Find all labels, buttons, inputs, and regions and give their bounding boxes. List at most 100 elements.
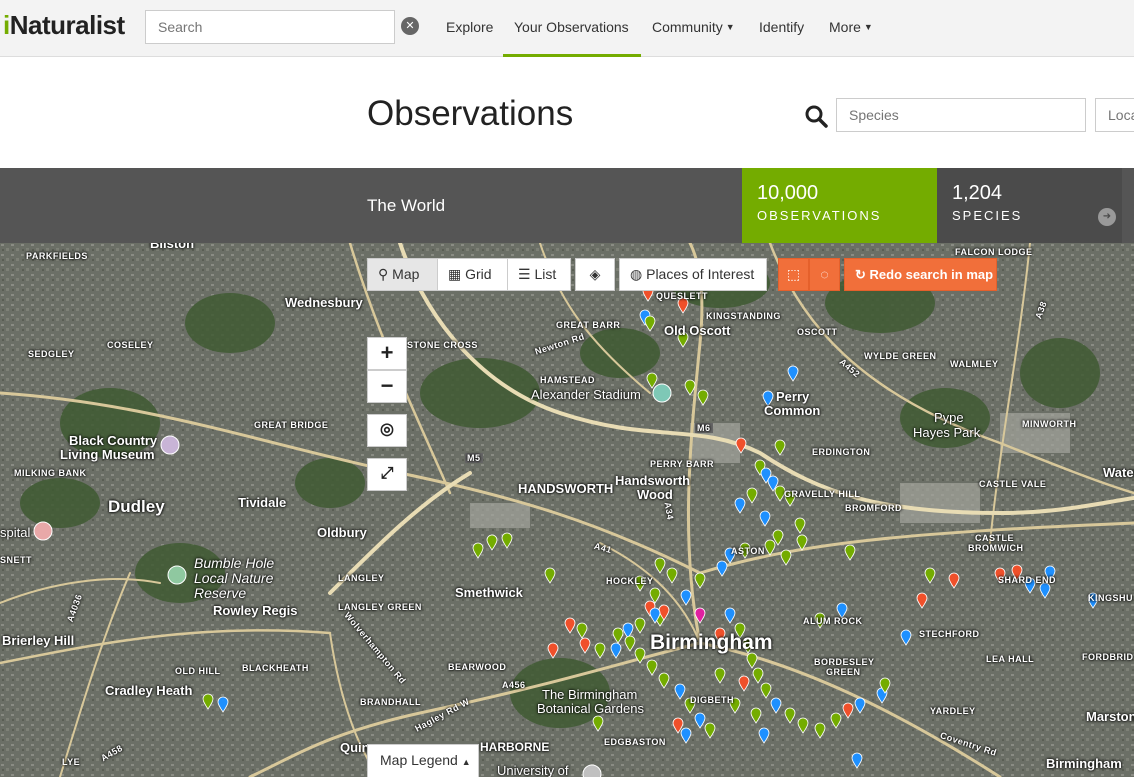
map-label: SEDGLEY <box>28 349 75 359</box>
site-search-input[interactable] <box>145 10 395 44</box>
refresh-icon: ↻ <box>855 267 866 282</box>
map-label: M6 <box>695 423 713 433</box>
map-label: Reserve <box>194 585 247 601</box>
map-label: Old Oscott <box>664 323 731 338</box>
map-label: GREEN <box>826 667 861 677</box>
chevron-down-icon: ▼ <box>725 22 735 32</box>
map-label: DIGBETH <box>690 695 734 705</box>
chevron-down-icon: ▼ <box>863 22 873 32</box>
map-label: LEA HALL <box>986 654 1035 664</box>
map-label: BROMFORD <box>845 503 902 513</box>
map-label: A456 <box>502 680 526 690</box>
map-label: COSELEY <box>107 340 154 350</box>
list-view-button[interactable]: ☰ List <box>507 258 571 291</box>
map-label: Dudley <box>108 497 165 516</box>
map-label: Wood <box>637 487 673 502</box>
grid-view-button[interactable]: ▦ Grid <box>437 258 508 291</box>
stats-bar: The World 10,000 OBSERVATIONS 1,204 SPEC… <box>0 168 1134 243</box>
observations-label: OBSERVATIONS <box>757 208 882 223</box>
map-label: HAMSTEAD <box>540 375 595 385</box>
nav-more[interactable]: More ▼ <box>829 19 873 35</box>
map-label: MILKING BANK <box>14 468 87 478</box>
layers-button[interactable]: ◈ <box>575 258 615 291</box>
map-label: Water <box>1103 465 1134 480</box>
map-label: ASTON <box>731 546 765 556</box>
current-location-button[interactable]: ◎ <box>367 414 407 447</box>
chevron-right-icon[interactable]: ➜ <box>1098 208 1116 226</box>
map-label: BROMWICH <box>968 543 1024 553</box>
active-tab-underline <box>503 54 641 57</box>
nav-explore[interactable]: Explore <box>446 19 493 35</box>
layers-icon: ◈ <box>589 266 601 282</box>
map-label: ERDINGTON <box>812 447 871 457</box>
map-label: KINGSHU <box>1088 593 1134 603</box>
nav-your-observations[interactable]: Your Observations <box>514 19 629 35</box>
redo-search-button[interactable]: ↻ Redo search in map <box>844 258 997 291</box>
rectangle-select-icon: ⬚ <box>786 266 801 282</box>
map-legend-toggle[interactable]: Map Legend ▲ <box>367 744 479 777</box>
map-label: PERRY BARR <box>650 459 715 469</box>
species-count: 1,204 <box>952 182 1003 204</box>
map-label: spital <box>0 525 31 540</box>
map-label: PARKFIELDS <box>26 251 88 261</box>
map-label: Quin <box>340 740 370 755</box>
inaturalist-logo[interactable]: iNaturalist <box>3 10 125 41</box>
map-label: HARBORNE <box>480 740 550 754</box>
map-label: Botanical Gardens <box>537 701 644 716</box>
map-label: OSCOTT <box>797 327 838 337</box>
map-label: BLACKHEATH <box>242 663 309 673</box>
observations-count: 10,000 <box>757 182 819 204</box>
map-label: Living Museum <box>60 447 155 462</box>
map-label: Local Nature <box>194 570 274 586</box>
map-label: Birmingham <box>650 631 773 654</box>
species-stat-tab[interactable]: 1,204 SPECIES <box>937 168 1122 243</box>
map-label: The Birmingham <box>542 687 638 702</box>
map-label: GREAT BRIDGE <box>254 420 329 430</box>
map-label: Tividale <box>238 495 287 510</box>
map-label: Cradley Heath <box>105 683 193 698</box>
map-label: Smethwick <box>455 585 523 600</box>
map-label: FORDBRID <box>1082 652 1134 662</box>
map-label: Marston <box>1086 709 1134 724</box>
draw-rectangle-button[interactable]: ⬚ <box>778 258 809 291</box>
observations-map[interactable]: Bilston PARKFIELDS Wednesbury COSELEY SE… <box>0 243 1134 777</box>
map-label: ALUM ROCK <box>803 616 863 626</box>
map-label: BRANDHALL <box>360 697 421 707</box>
map-label: YARDLEY <box>930 706 976 716</box>
map-label: Oldbury <box>317 525 367 540</box>
map-pin-icon: ⚲ <box>378 266 389 282</box>
map-label: HANDSWORTH <box>518 481 614 496</box>
place-name: The World <box>367 196 446 215</box>
close-icon[interactable]: ✕ <box>401 17 419 35</box>
map-label: OLD HILL <box>175 666 221 676</box>
map-label: Black Country <box>69 433 158 448</box>
search-icon[interactable] <box>804 104 828 128</box>
map-label: University of <box>497 763 569 777</box>
zoom-in-button[interactable]: + <box>367 337 407 370</box>
map-label: Wednesbury <box>285 295 363 310</box>
map-label: Handsworth <box>615 473 691 488</box>
map-label: Birmingham <box>1046 756 1122 771</box>
page-title: Observations <box>367 94 574 133</box>
map-label: WYLDE GREEN <box>864 351 937 361</box>
fullscreen-button[interactable]: ⤢ <box>367 458 407 491</box>
map-label: LYE <box>62 757 81 767</box>
places-of-interest-button[interactable]: ◍ Places of Interest <box>619 258 767 291</box>
nav-community[interactable]: Community ▼ <box>652 19 735 35</box>
map-label: GRAVELLY HILL <box>784 489 861 499</box>
crosshair-icon: ◎ <box>380 421 394 438</box>
map-label: M5 <box>465 453 483 463</box>
location-filter-input[interactable] <box>1095 98 1134 132</box>
observations-stat-tab[interactable]: 10,000 OBSERVATIONS <box>742 168 937 243</box>
map-view-button[interactable]: ⚲ Map <box>367 258 438 291</box>
grid-icon: ▦ <box>448 266 462 282</box>
map-label: CASTLE <box>975 533 1014 543</box>
draw-circle-button[interactable]: ◌ <box>809 258 840 291</box>
map-label: MINWORTH <box>1022 419 1077 429</box>
species-filter-input[interactable] <box>836 98 1086 132</box>
caret-up-icon: ▲ <box>461 757 471 767</box>
map-label: LANGLEY <box>338 573 385 583</box>
nav-identify[interactable]: Identify <box>759 19 804 35</box>
zoom-out-button[interactable]: − <box>367 370 407 403</box>
map-label: Alexander Stadium <box>531 387 641 402</box>
